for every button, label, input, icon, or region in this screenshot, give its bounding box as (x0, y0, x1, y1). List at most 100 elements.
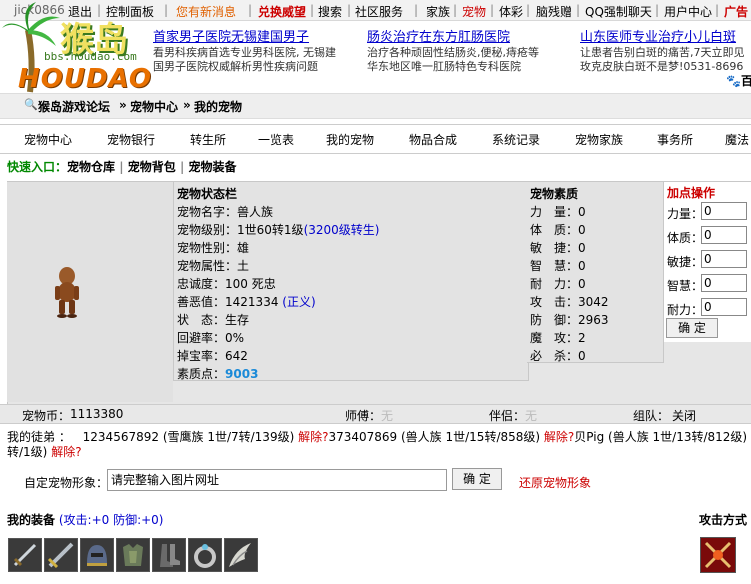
status-value: 兽人族 (237, 205, 274, 219)
master-label: 师傅： (345, 409, 382, 423)
disciple-entry: 1234567892 (雪鹰族 1世/7转/139级) (82, 430, 295, 444)
custom-image-url-input[interactable]: 请完整输入图片网址 (107, 469, 447, 491)
community-link[interactable]: 社区服务 (355, 3, 403, 20)
nav-item[interactable]: 系统记录 (492, 131, 540, 148)
boots-icon[interactable] (152, 538, 186, 572)
status-value: 1世60转1级 (237, 223, 304, 237)
user-center-link[interactable]: 用户中心 (664, 3, 712, 20)
quality-row: 攻 击：3042 (530, 293, 609, 310)
new-message-link[interactable]: 您有新消息 (176, 3, 236, 20)
attack-mode-icon[interactable] (700, 537, 736, 573)
quick-link-bag[interactable]: 宠物背包 (128, 160, 176, 174)
status-row-points: 素质点：9003 (177, 365, 258, 382)
points-label: 智慧： (667, 279, 704, 293)
disciple-entry: 373407869 (兽人族 1世/15转/858级) (328, 430, 541, 444)
ad-title-3[interactable]: 山东医师专业治疗小儿白斑 (580, 26, 736, 45)
add-points-confirm-button[interactable]: 确 定 (666, 318, 718, 338)
equipment-label: 我的装备 (7, 513, 56, 527)
separator: | (248, 3, 253, 17)
nav-item[interactable]: 我的宠物 (326, 131, 374, 148)
restore-image-link[interactable]: 还原宠物形象 (519, 474, 591, 491)
separator: | (414, 3, 419, 17)
breadcrumb: 🔍 猴岛游戏论坛 » 宠物中心 » 我的宠物 (0, 93, 751, 119)
status-label: 宠物级别： (177, 223, 238, 237)
ads-link[interactable]: 广告 (724, 3, 748, 20)
claw-icon[interactable] (224, 538, 258, 572)
qq-chat-link[interactable]: QQ强制聊天 (585, 3, 652, 20)
quality-title: 宠物素质 (530, 187, 579, 201)
dagger-icon[interactable] (8, 538, 42, 572)
ad-line: 华东地区唯一肛肠特色专科医院 (367, 60, 521, 73)
breadcrumb-forum[interactable]: 猴岛游戏论坛 (38, 98, 110, 115)
strength-input[interactable]: 0 (701, 202, 747, 220)
ring-icon[interactable] (188, 538, 222, 572)
quality-label: 魔 攻： (530, 331, 579, 345)
quality-row: 智 慧：0 (530, 257, 586, 274)
endurance-input[interactable]: 0 (701, 298, 747, 316)
search-link[interactable]: 搜索 (318, 3, 342, 20)
family-link[interactable]: 家族 (426, 3, 450, 20)
attack-mode-label: 攻击方式 (699, 513, 748, 527)
nav-item[interactable]: 魔法 (725, 131, 749, 148)
team-label: 组队： (633, 409, 670, 423)
site-logo[interactable]: 猴岛 bbs.houdao.com HOUDAO (0, 0, 152, 94)
quality-label: 敏 捷： (530, 241, 579, 255)
reincarnation-link[interactable]: (3200级转生) (304, 223, 380, 237)
breadcrumb-current: 我的宠物 (194, 100, 243, 114)
coin-value: 1113380 (70, 407, 124, 421)
quality-row: 力 量：0 (530, 203, 586, 220)
status-label: 掉宝率： (177, 349, 226, 363)
master-value: 无 (381, 409, 394, 423)
separator: | (115, 160, 128, 174)
points-label: 力量： (667, 207, 704, 221)
nav-item[interactable]: 物品合成 (409, 131, 457, 148)
quality-row: 体 质：0 (530, 221, 586, 238)
constitution-input[interactable]: 0 (701, 226, 747, 244)
disciple-entry: 转/1级) (7, 445, 48, 459)
partner-value: 无 (525, 409, 538, 423)
nav-item[interactable]: 宠物中心 (24, 131, 72, 148)
nav-item[interactable]: 事务所 (657, 131, 693, 148)
gift-link[interactable]: 脑残赠 (536, 3, 572, 20)
breadcrumb-center[interactable]: 宠物中心 (130, 98, 178, 115)
team-value[interactable]: 关闭 (672, 407, 696, 424)
disciple-entry: 贝Pig (兽人族 1世/13转/812级) (574, 430, 748, 444)
logo-en-text: HOUDAO (18, 64, 152, 94)
quality-label: 体 质： (530, 223, 579, 237)
quality-value: 0 (578, 259, 586, 273)
ad-more[interactable]: 🐾百 (726, 72, 751, 89)
quality-label: 防 御： (530, 313, 579, 327)
armor-icon[interactable] (116, 538, 150, 572)
wisdom-input[interactable]: 0 (701, 274, 747, 292)
status-row-evasion: 回避率：0% (177, 329, 244, 346)
nav-item[interactable]: 宠物银行 (107, 131, 155, 148)
equipment-header: 我的装备 (攻击:+0 防御:+0) (7, 511, 164, 528)
nav-item[interactable]: 宠物家族 (575, 131, 623, 148)
quality-value: 0 (578, 205, 586, 219)
lottery-link[interactable]: 体彩 (499, 3, 523, 20)
custom-image-confirm-button[interactable]: 确 定 (452, 468, 502, 490)
points-title: 加点操作 (667, 186, 716, 200)
exchange-link[interactable]: 兑换威望 (258, 3, 306, 20)
pet-link[interactable]: 宠物 (462, 3, 486, 20)
quick-link-storage[interactable]: 宠物仓库 (67, 160, 115, 174)
agility-input[interactable]: 0 (701, 250, 747, 268)
quick-link-equipment[interactable]: 宠物装备 (189, 160, 237, 174)
dismiss-link[interactable]: 解除? (544, 430, 574, 444)
sword-icon[interactable] (44, 538, 78, 572)
dismiss-link[interactable]: 解除? (51, 445, 81, 459)
ad-title-1[interactable]: 首家男子医院无锡建国男子 (153, 26, 309, 45)
quality-value: 2 (578, 331, 586, 345)
custom-image-label: 自定宠物形象： (24, 476, 109, 490)
status-label: 善恶值： (177, 295, 226, 309)
helmet-icon[interactable] (80, 538, 114, 572)
nav-item[interactable]: 一览表 (258, 131, 294, 148)
nav-item[interactable]: 转生所 (190, 131, 226, 148)
dismiss-link[interactable]: 解除? (298, 430, 328, 444)
quick-entry-label: 快速入口： (7, 160, 68, 174)
ad-title-2[interactable]: 肠炎治疗在东方肛肠医院 (367, 26, 510, 45)
quality-row: 魔 攻：2 (530, 329, 586, 346)
status-value: 土 (237, 259, 250, 273)
karma-tag: (正义) (282, 295, 316, 309)
separator: | (490, 3, 495, 17)
